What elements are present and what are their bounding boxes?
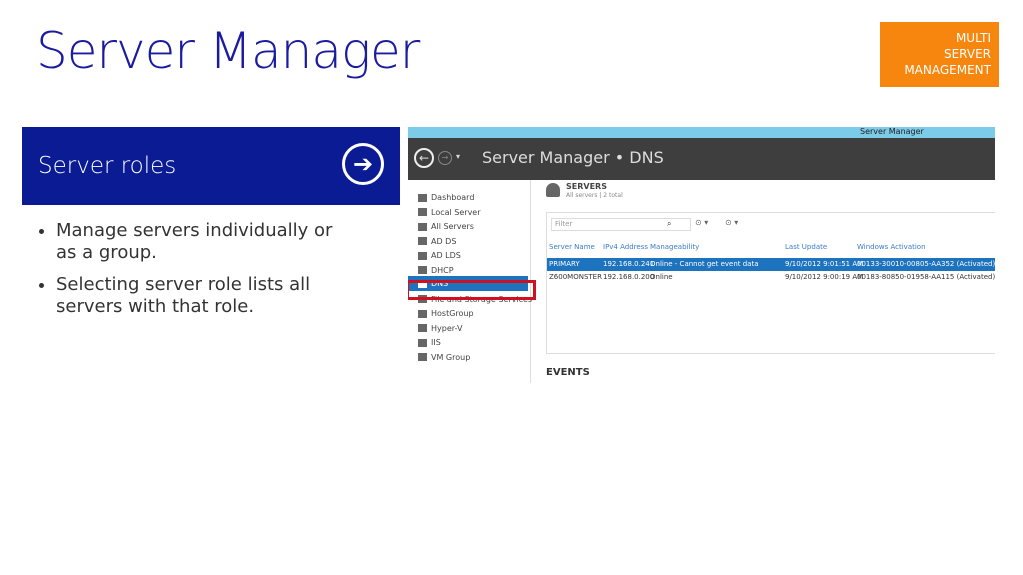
role-icon (418, 237, 427, 245)
nav-item-label: AD DS (431, 236, 457, 246)
table-row[interactable]: Z600MONSTER 192.168.0.200 Online 9/10/20… (547, 271, 995, 284)
table-header: Server Name IPv4 Address Manageability L… (547, 241, 995, 254)
window-title: Server Manager (860, 127, 924, 136)
server-roles-banner: Server roles ➔ (22, 127, 400, 205)
nav-item-label: VM Group (431, 352, 471, 362)
role-icon (418, 309, 427, 318)
arrow-right-icon[interactable]: ➔ (342, 143, 384, 185)
role-icon (418, 324, 427, 332)
cell: 00183-80850-01958-AA115 (Activated) (857, 273, 995, 281)
nav-item-label: AD LDS (431, 251, 461, 260)
nav-item-label: Dashboard (431, 193, 475, 202)
nav-item[interactable]: VM Group (418, 353, 470, 362)
cell: 192.168.0.241 (603, 260, 655, 268)
breadcrumb: Server Manager • DNS (482, 148, 664, 167)
nav-item-label: Local Server (431, 207, 481, 217)
highlight-box (408, 280, 536, 300)
bullet-list: Manage servers individually or as a grou… (36, 220, 356, 328)
header-bar: ← → ▾ Server Manager • DNS (408, 138, 995, 180)
nav-item[interactable]: AD LDS (418, 251, 461, 260)
servers-icon (546, 183, 560, 197)
servers-subtitle: All servers | 2 total (566, 192, 623, 199)
cell: Online (650, 273, 673, 281)
role-icon (418, 208, 427, 216)
bullet-item: Selecting server role lists all servers … (56, 274, 356, 318)
nav-item-label: IIS (431, 338, 441, 347)
forward-icon[interactable]: → (438, 151, 452, 165)
role-icon (418, 266, 427, 274)
nav-item[interactable]: Local Server (418, 208, 481, 217)
col-last-update[interactable]: Last Update (785, 241, 827, 254)
nav-item-label: All Servers (431, 222, 474, 231)
server-manager-screenshot: Server Manager ← → ▾ Server Manager • DN… (408, 127, 995, 383)
back-icon[interactable]: ← (414, 148, 434, 168)
cell: Online - Cannot get event data (650, 260, 759, 268)
role-icon (418, 338, 427, 347)
servers-title: SERVERS (566, 182, 607, 191)
cell: Z600MONSTER (549, 273, 602, 281)
page-title: Server Manager (36, 22, 420, 80)
cell: PRIMARY (549, 260, 580, 268)
nav-item[interactable]: AD DS (418, 237, 456, 246)
chevron-down-icon[interactable]: ▾ (456, 152, 460, 161)
window-title-bar: Server Manager (408, 127, 995, 138)
badge-line: MULTI (955, 31, 991, 45)
nav-item[interactable]: Hyper-V (418, 324, 462, 333)
role-icon (418, 222, 427, 231)
nav-item-label: Hyper-V (431, 323, 463, 333)
col-manageability[interactable]: Manageability (650, 241, 699, 254)
events-title: EVENTS (546, 367, 590, 378)
role-icon (418, 193, 427, 202)
table-row[interactable]: PRIMARY 192.168.0.241 Online - Cannot ge… (547, 258, 995, 271)
col-activation[interactable]: Windows Activation (857, 241, 926, 254)
servers-table: Filter ⌕ ⊙ ▾ ⊙ ▾ Server Name IPv4 Addres… (546, 212, 995, 354)
nav-item-label: DHCP (431, 265, 454, 275)
col-ipv4[interactable]: IPv4 Address (603, 241, 648, 254)
cell: 9/10/2012 9:01:51 AM (785, 260, 864, 268)
badge-line: MANAGEMENT (904, 63, 991, 77)
col-server-name[interactable]: Server Name (549, 241, 595, 254)
nav-item-label: HostGroup (431, 309, 474, 318)
nav-item[interactable]: HostGroup (418, 309, 474, 318)
cell: 00133-30010-00805-AA352 (Activated) (857, 260, 995, 268)
badge-line: SERVER (943, 47, 991, 61)
nav-item[interactable]: Dashboard (418, 193, 474, 202)
cell: 192.168.0.200 (603, 273, 655, 281)
search-icon[interactable]: ⌕ (667, 219, 671, 229)
cell: 9/10/2012 9:00:19 AM (785, 273, 864, 281)
multi-server-badge: MULTI SERVER MANAGEMENT (880, 22, 999, 87)
nav-item[interactable]: IIS (418, 338, 441, 347)
server-roles-label: Server roles (38, 153, 177, 179)
nav-item[interactable]: All Servers (418, 222, 474, 231)
role-icon (418, 353, 427, 361)
save-dropdown[interactable]: ⊙ ▾ (725, 218, 738, 227)
nav-item[interactable]: DHCP (418, 266, 454, 275)
role-icon (418, 251, 427, 260)
bullet-item: Manage servers individually or as a grou… (56, 220, 356, 264)
query-dropdown[interactable]: ⊙ ▾ (695, 218, 708, 227)
